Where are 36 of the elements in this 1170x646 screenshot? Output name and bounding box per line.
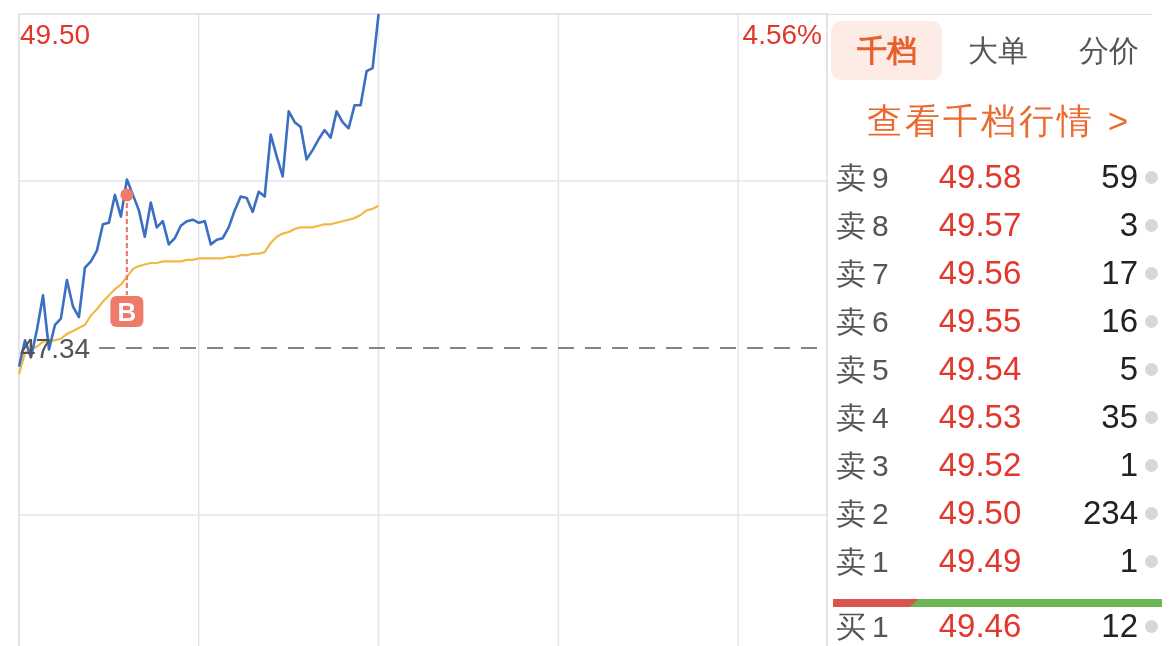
ask-label: 卖8	[836, 208, 896, 242]
ask-price: 49.50	[937, 494, 1023, 532]
ask-label: 卖7	[836, 256, 896, 290]
ask-label: 卖2	[836, 496, 896, 530]
ask-volume: 1	[1118, 542, 1138, 580]
change-percent-label: 4.56%	[742, 19, 822, 50]
ask-volume: 5	[1118, 350, 1138, 388]
ask-volume: 234	[1081, 494, 1138, 532]
ask-volume: 35	[1100, 398, 1138, 436]
ask-label: 卖5	[836, 352, 896, 386]
ask-volume: 1	[1118, 446, 1138, 484]
ask-price: 49.57	[937, 206, 1023, 244]
ask-volume: 16	[1100, 302, 1138, 340]
ask-volume: 3	[1118, 206, 1138, 244]
bid-label: 买1	[836, 609, 896, 643]
tab[interactable]: 大单	[942, 21, 1053, 80]
ask-price: 49.55	[937, 302, 1023, 340]
ask-label: 卖1	[836, 544, 896, 578]
ask-price: 49.53	[937, 398, 1023, 436]
ask-label: 卖3	[836, 448, 896, 482]
ask-volume: 59	[1100, 158, 1138, 196]
ask-price: 49.56	[937, 254, 1023, 292]
ask-volume: 17	[1100, 254, 1138, 292]
ask-price: 49.52	[937, 446, 1023, 484]
ask-price: 49.54	[937, 350, 1023, 388]
ask-price: 49.49	[937, 542, 1023, 580]
tab[interactable]: 分价	[1053, 21, 1164, 80]
bid-volume: 12	[1100, 607, 1138, 645]
ask-price: 49.58	[937, 158, 1023, 196]
buy-badge: B	[110, 295, 144, 327]
ask-label: 卖9	[836, 160, 896, 194]
pin-marker-icon	[120, 188, 134, 295]
ask-label: 卖6	[836, 304, 896, 338]
bid-price: 49.46	[937, 607, 1023, 645]
ask-label: 卖4	[836, 400, 896, 434]
high-price-label: 49.50	[20, 19, 91, 50]
